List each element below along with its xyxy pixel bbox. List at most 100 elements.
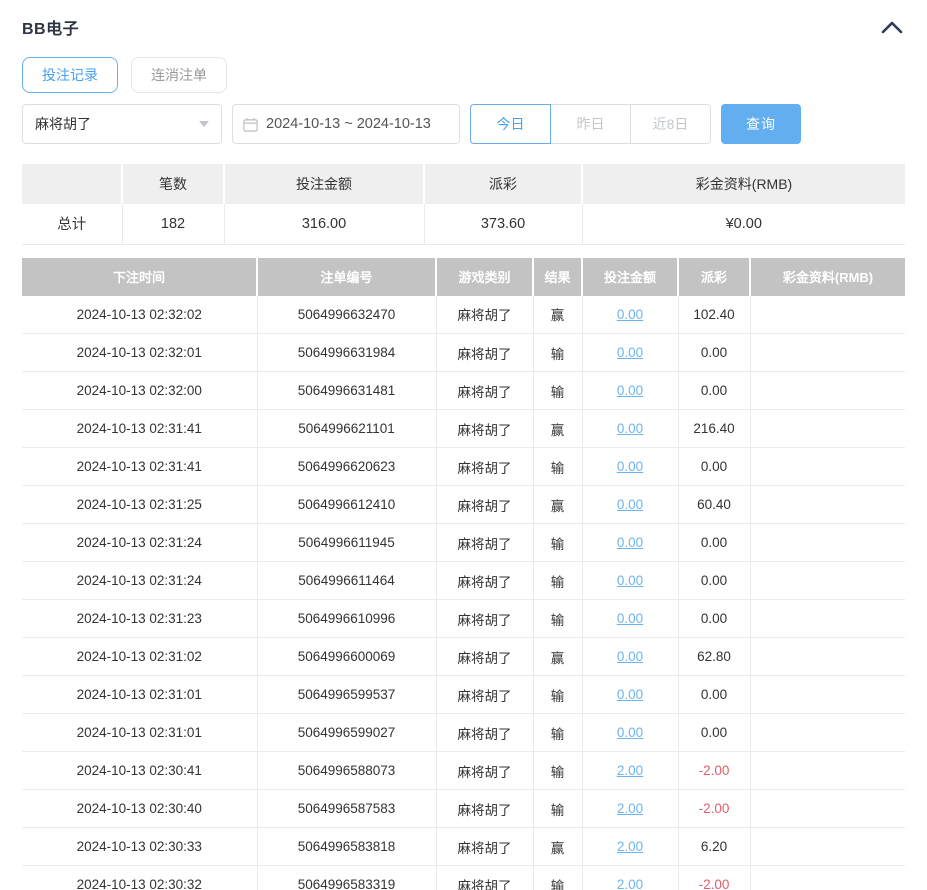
summary-header-bonus: 彩金资料(RMB) xyxy=(582,164,905,204)
game-type: 麻将胡了 xyxy=(436,713,534,752)
bet-amount-link[interactable]: 0.00 xyxy=(617,345,643,360)
bet-result: 赢 xyxy=(533,485,583,524)
table-row: 2024-10-13 02:31:01 5064996599537 麻将胡了 输… xyxy=(22,675,905,714)
bet-amount-link[interactable]: 0.00 xyxy=(617,383,643,398)
bet-time: 2024-10-13 02:32:00 xyxy=(22,371,258,410)
bonus-value xyxy=(750,675,905,714)
bet-amount-link[interactable]: 0.00 xyxy=(617,687,643,702)
bet-id: 5064996611464 xyxy=(257,561,437,600)
payout-value: 0.00 xyxy=(678,561,751,600)
bet-amount-cell: 0.00 xyxy=(582,447,679,486)
date-range-picker[interactable]: 2024-10-13 ~ 2024-10-13 xyxy=(232,104,460,144)
bet-amount-cell: 0.00 xyxy=(582,371,679,410)
bet-result: 输 xyxy=(533,371,583,410)
tab-betting-records[interactable]: 投注记录 xyxy=(22,57,118,93)
bet-amount-cell: 0.00 xyxy=(582,409,679,448)
bet-amount-cell: 0.00 xyxy=(582,333,679,372)
game-type: 麻将胡了 xyxy=(436,447,534,486)
bet-amount-cell: 2.00 xyxy=(582,865,679,890)
bet-id: 5064996587583 xyxy=(257,789,437,828)
game-type: 麻将胡了 xyxy=(436,637,534,676)
bet-result: 赢 xyxy=(533,409,583,448)
quick-date-button-group: 今日 昨日 近8日 xyxy=(470,104,711,144)
table-row: 2024-10-13 02:31:24 5064996611464 麻将胡了 输… xyxy=(22,561,905,600)
bet-amount-link[interactable]: 0.00 xyxy=(617,649,643,664)
bet-time: 2024-10-13 02:30:33 xyxy=(22,827,258,866)
bet-time: 2024-10-13 02:30:41 xyxy=(22,751,258,790)
table-row: 2024-10-13 02:31:24 5064996611945 麻将胡了 输… xyxy=(22,523,905,562)
bet-amount-cell: 0.00 xyxy=(582,523,679,562)
game-type-selected-value: 麻将胡了 xyxy=(35,116,91,132)
bet-id: 5064996588073 xyxy=(257,751,437,790)
payout-value: 0.00 xyxy=(678,675,751,714)
table-row: 2024-10-13 02:31:23 5064996610996 麻将胡了 输… xyxy=(22,599,905,638)
bonus-value xyxy=(750,447,905,486)
summary-header-row: 笔数 投注金额 派彩 彩金资料(RMB) xyxy=(22,164,905,204)
bonus-value xyxy=(750,789,905,828)
bet-amount-link[interactable]: 2.00 xyxy=(617,763,643,778)
collapse-panel-button[interactable] xyxy=(879,18,905,36)
bet-amount-link[interactable]: 0.00 xyxy=(617,497,643,512)
bonus-value xyxy=(750,637,905,676)
table-row: 2024-10-13 02:31:25 5064996612410 麻将胡了 赢… xyxy=(22,485,905,524)
bet-amount-link[interactable]: 0.00 xyxy=(617,725,643,740)
bet-time: 2024-10-13 02:30:40 xyxy=(22,789,258,828)
bonus-value xyxy=(750,713,905,752)
today-button[interactable]: 今日 xyxy=(470,104,551,144)
bet-amount-cell: 0.00 xyxy=(582,637,679,676)
summary-total-row: 总计 182 316.00 373.60 ¥0.00 xyxy=(22,204,905,245)
payout-value: 0.00 xyxy=(678,333,751,372)
filter-row: 麻将胡了 2024-10-13 ~ 2024-10-13 今日 昨日 近8日 查… xyxy=(22,104,905,144)
bet-result: 输 xyxy=(533,789,583,828)
game-type: 麻将胡了 xyxy=(436,827,534,866)
summary-header-empty xyxy=(22,164,123,204)
bet-amount-link[interactable]: 0.00 xyxy=(617,459,643,474)
header-bet-time: 下注时间 xyxy=(22,257,258,296)
last-8-days-button[interactable]: 近8日 xyxy=(630,104,711,144)
summary-total-bet-amount: 316.00 xyxy=(224,204,425,245)
game-type: 麻将胡了 xyxy=(436,333,534,372)
game-type-select[interactable]: 麻将胡了 xyxy=(22,104,222,144)
bet-amount-link[interactable]: 2.00 xyxy=(617,839,643,854)
records-body: 2024-10-13 02:32:02 5064996632470 麻将胡了 赢… xyxy=(22,295,905,890)
bonus-value xyxy=(750,827,905,866)
bet-amount-link[interactable]: 0.00 xyxy=(617,307,643,322)
bet-amount-link[interactable]: 0.00 xyxy=(617,535,643,550)
game-type: 麻将胡了 xyxy=(436,751,534,790)
header-bet-id: 注单编号 xyxy=(257,257,437,296)
bonus-value xyxy=(750,523,905,562)
bet-amount-link[interactable]: 0.00 xyxy=(617,421,643,436)
yesterday-button[interactable]: 昨日 xyxy=(550,104,631,144)
bet-result: 赢 xyxy=(533,827,583,866)
game-type: 麻将胡了 xyxy=(436,295,534,334)
summary-header-payout: 派彩 xyxy=(424,164,583,204)
bet-time: 2024-10-13 02:31:24 xyxy=(22,523,258,562)
payout-value: 6.20 xyxy=(678,827,751,866)
search-button[interactable]: 查询 xyxy=(721,104,801,144)
bet-amount-cell: 0.00 xyxy=(582,485,679,524)
bet-id: 5064996600069 xyxy=(257,637,437,676)
bet-id: 5064996599537 xyxy=(257,675,437,714)
bet-id: 5064996632470 xyxy=(257,295,437,334)
header-bonus: 彩金资料(RMB) xyxy=(750,257,905,296)
calendar-icon xyxy=(243,117,258,132)
table-row: 2024-10-13 02:30:32 5064996583319 麻将胡了 输… xyxy=(22,865,905,890)
panel-header: BB电子 xyxy=(22,14,905,40)
summary-total-count: 182 xyxy=(122,204,225,245)
summary-total-bonus: ¥0.00 xyxy=(582,204,905,245)
tab-cancelled-bets[interactable]: 连消注单 xyxy=(131,57,227,93)
summary-header-bet-amount: 投注金额 xyxy=(224,164,425,204)
bet-amount-link[interactable]: 0.00 xyxy=(617,611,643,626)
bet-amount-link[interactable]: 2.00 xyxy=(617,877,643,890)
bet-amount-link[interactable]: 0.00 xyxy=(617,573,643,588)
bet-result: 输 xyxy=(533,599,583,638)
bet-amount-cell: 2.00 xyxy=(582,789,679,828)
table-row: 2024-10-13 02:31:01 5064996599027 麻将胡了 输… xyxy=(22,713,905,752)
bet-time: 2024-10-13 02:31:25 xyxy=(22,485,258,524)
bet-result: 输 xyxy=(533,713,583,752)
header-game-type: 游戏类别 xyxy=(436,257,534,296)
bet-time: 2024-10-13 02:31:02 xyxy=(22,637,258,676)
bet-result: 输 xyxy=(533,865,583,890)
bonus-value xyxy=(750,599,905,638)
bet-amount-link[interactable]: 2.00 xyxy=(617,801,643,816)
